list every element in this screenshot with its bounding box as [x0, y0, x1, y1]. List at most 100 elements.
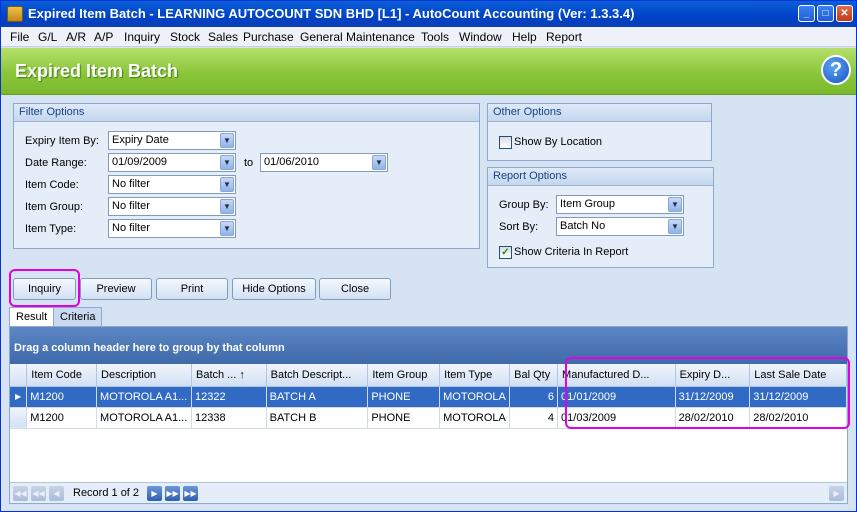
chevron-down-icon[interactable]: ▼: [220, 199, 234, 214]
chevron-down-icon[interactable]: ▼: [220, 133, 234, 148]
date-range-label: Date Range:: [25, 157, 87, 169]
menu-sales[interactable]: Sales: [208, 30, 238, 44]
prev-record-icon[interactable]: ◀: [49, 486, 64, 501]
table-cell[interactable]: BATCH B: [266, 407, 369, 429]
menu-report[interactable]: Report: [546, 30, 582, 44]
tab-criteria[interactable]: Criteria: [53, 307, 103, 326]
table-cell[interactable]: M1200: [26, 407, 98, 429]
item-code-label: Item Code:: [25, 179, 79, 191]
column-header-batch-no[interactable]: Batch ... ↑: [191, 364, 267, 387]
close-window-button[interactable]: ✕: [836, 5, 853, 22]
menu-ar[interactable]: A/R: [66, 30, 86, 44]
next-page-icon[interactable]: ▶▶: [165, 486, 180, 501]
inquiry-highlight: [9, 269, 80, 307]
page-title: Expired Item Batch: [15, 61, 179, 81]
help-icon[interactable]: ?: [821, 55, 851, 85]
table-cell[interactable]: 6: [509, 386, 559, 408]
date-columns-highlight: [565, 357, 850, 429]
menu-help[interactable]: Help: [512, 30, 537, 44]
show-criteria-label[interactable]: Show Criteria In Report: [514, 246, 628, 258]
hide-options-button[interactable]: Hide Options: [232, 278, 316, 300]
table-cell[interactable]: BATCH A: [266, 386, 369, 408]
minimize-button[interactable]: _: [798, 5, 815, 22]
first-record-icon[interactable]: ◀◀: [13, 486, 28, 501]
table-cell[interactable]: PHONE: [367, 386, 441, 408]
table-cell[interactable]: MOTOROLA A1...: [96, 386, 192, 408]
column-header[interactable]: Item Group: [367, 364, 441, 387]
next-record-icon[interactable]: ▶: [147, 486, 162, 501]
row-indicator: [10, 407, 28, 429]
row-indicator-icon: ▶: [10, 386, 28, 408]
prev-page-icon[interactable]: ◀◀: [31, 486, 46, 501]
table-cell[interactable]: MOTOROLA: [439, 407, 511, 429]
date-to-field[interactable]: 01/06/2010 ▼: [260, 153, 388, 172]
tab-result[interactable]: Result: [9, 307, 55, 327]
last-record-icon[interactable]: ▶▶: [183, 486, 198, 501]
chevron-down-icon[interactable]: ▼: [668, 197, 682, 212]
column-header-label: Batch ...: [196, 368, 237, 381]
column-header[interactable]: Item Code: [26, 364, 98, 387]
sort-by-label: Sort By:: [499, 221, 539, 233]
close-button[interactable]: Close: [319, 278, 391, 300]
record-counter: Record 1 of 2: [73, 487, 140, 499]
menu-stock[interactable]: Stock: [170, 30, 200, 44]
expiry-by-select[interactable]: Expiry Date ▼: [108, 131, 236, 150]
date-to-value: 01/06/2010: [264, 156, 320, 168]
item-group-select[interactable]: No filter ▼: [108, 197, 236, 216]
menu-purchase[interactable]: Purchase: [243, 30, 294, 44]
column-header[interactable]: Description: [96, 364, 192, 387]
filter-options-title: Filter Options: [14, 104, 479, 122]
column-header[interactable]: Item Type: [439, 364, 511, 387]
maximize-button[interactable]: □: [817, 5, 834, 22]
preview-button[interactable]: Preview: [80, 278, 152, 300]
item-group-value: No filter: [112, 200, 150, 212]
menu-tools[interactable]: Tools: [421, 30, 449, 44]
table-cell[interactable]: 4: [509, 407, 559, 429]
sort-ascending-icon: ↑: [239, 368, 245, 381]
menu-file[interactable]: File: [10, 30, 29, 44]
group-by-label: Group By:: [499, 199, 549, 211]
other-options-title: Other Options: [488, 104, 711, 122]
table-cell[interactable]: 12338: [191, 407, 267, 429]
item-type-label: Item Type:: [25, 223, 77, 235]
table-cell[interactable]: M1200: [26, 386, 98, 408]
app-icon: [7, 6, 23, 22]
title-bar: Expired Item Batch - LEARNING AUTOCOUNT …: [1, 1, 856, 27]
item-code-select[interactable]: No filter ▼: [108, 175, 236, 194]
table-cell[interactable]: MOTOROLA A1...: [96, 407, 192, 429]
column-header[interactable]: Bal Qty: [509, 364, 559, 387]
item-type-select[interactable]: No filter ▼: [108, 219, 236, 238]
menu-inquiry[interactable]: Inquiry: [124, 30, 160, 44]
chevron-down-icon[interactable]: ▼: [220, 155, 234, 170]
sort-by-select[interactable]: Batch No ▼: [556, 217, 684, 236]
menu-ap[interactable]: A/P: [94, 30, 113, 44]
show-by-location-label[interactable]: Show By Location: [514, 136, 602, 148]
app-window: Expired Item Batch - LEARNING AUTOCOUNT …: [0, 0, 857, 512]
chevron-down-icon[interactable]: ▼: [220, 177, 234, 192]
menu-bar: File G/L A/R A/P Inquiry Stock Sales Pur…: [1, 27, 856, 47]
menu-window[interactable]: Window: [459, 30, 502, 44]
print-button[interactable]: Print: [156, 278, 228, 300]
chevron-down-icon[interactable]: ▼: [220, 221, 234, 236]
date-from-value: 01/09/2009: [112, 156, 168, 168]
date-from-field[interactable]: 01/09/2009 ▼: [108, 153, 236, 172]
date-to-label: to: [244, 157, 254, 169]
table-cell[interactable]: MOTOROLA: [439, 386, 511, 408]
record-navigator: ◀◀ ◀◀ ◀ Record 1 of 2 ▶ ▶▶ ▶▶ ▶: [10, 482, 847, 503]
chevron-down-icon[interactable]: ▼: [668, 219, 682, 234]
scroll-right-icon[interactable]: ▶: [829, 486, 844, 501]
other-options-panel: Other Options: [487, 103, 712, 161]
show-by-location-checkbox[interactable]: [499, 136, 512, 149]
filter-options-panel: Filter Options: [13, 103, 480, 249]
menu-general-maintenance[interactable]: General Maintenance: [300, 30, 415, 44]
item-group-label: Item Group:: [25, 201, 84, 213]
table-cell[interactable]: PHONE: [367, 407, 441, 429]
show-criteria-checkbox[interactable]: ✓: [499, 246, 512, 259]
report-options-title: Report Options: [488, 168, 713, 186]
column-header[interactable]: Batch Descript...: [266, 364, 369, 387]
menu-gl[interactable]: G/L: [38, 30, 57, 44]
item-type-value: No filter: [112, 222, 150, 234]
table-cell[interactable]: 12322: [191, 386, 267, 408]
group-by-select[interactable]: Item Group ▼: [556, 195, 684, 214]
chevron-down-icon[interactable]: ▼: [372, 155, 386, 170]
